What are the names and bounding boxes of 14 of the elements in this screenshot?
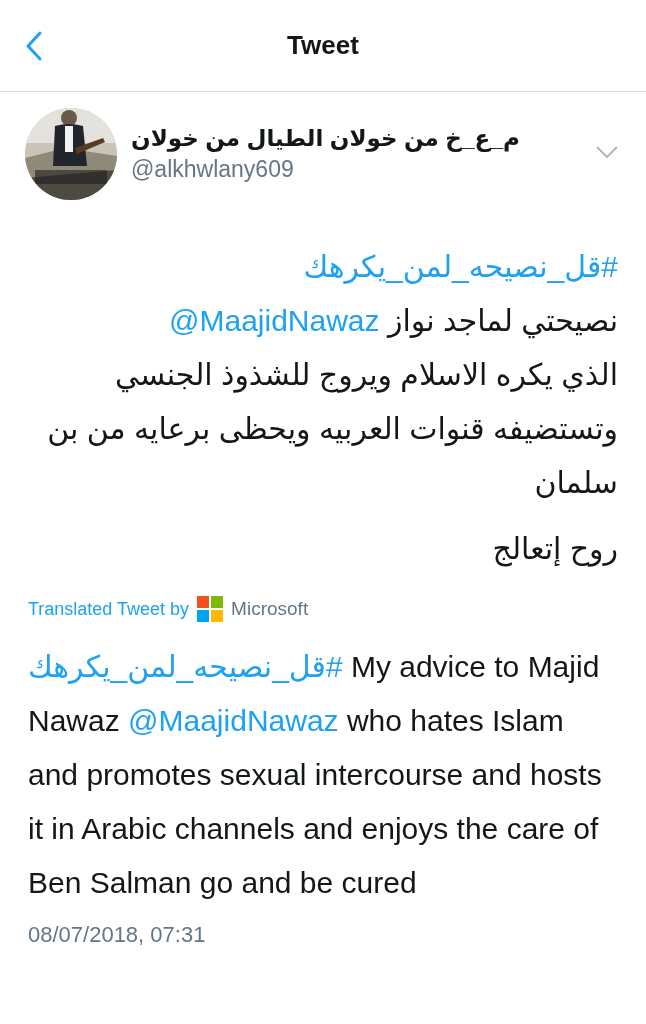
hashtag-link[interactable]: #قل_نصيحه_لمن_يكرهك — [303, 250, 618, 283]
author-name: م_ع_خ من خولان الطيال من خولان — [131, 125, 521, 152]
back-icon[interactable] — [25, 30, 43, 62]
tweet-timestamp: 08/07/2018, 07:31 — [27, 921, 207, 948]
page-title: Tweet — [287, 30, 359, 61]
logo-icon — [197, 596, 224, 622]
translation-provider: Microsoft — [231, 598, 309, 620]
tweet-text: روح إتعالج — [491, 531, 618, 569]
translation-label: Translated Tweet by — [28, 598, 190, 620]
chevron-down-icon[interactable] — [596, 146, 618, 158]
author-handle: @alkhwlany609 — [131, 156, 295, 183]
mention-link[interactable]: @MaajidNawaz — [169, 304, 380, 337]
hashtag-link[interactable]: #قل_نصيحه_لمن_يكرهك — [28, 650, 343, 683]
mention-link[interactable]: @MaajidNawaz — [128, 704, 339, 737]
